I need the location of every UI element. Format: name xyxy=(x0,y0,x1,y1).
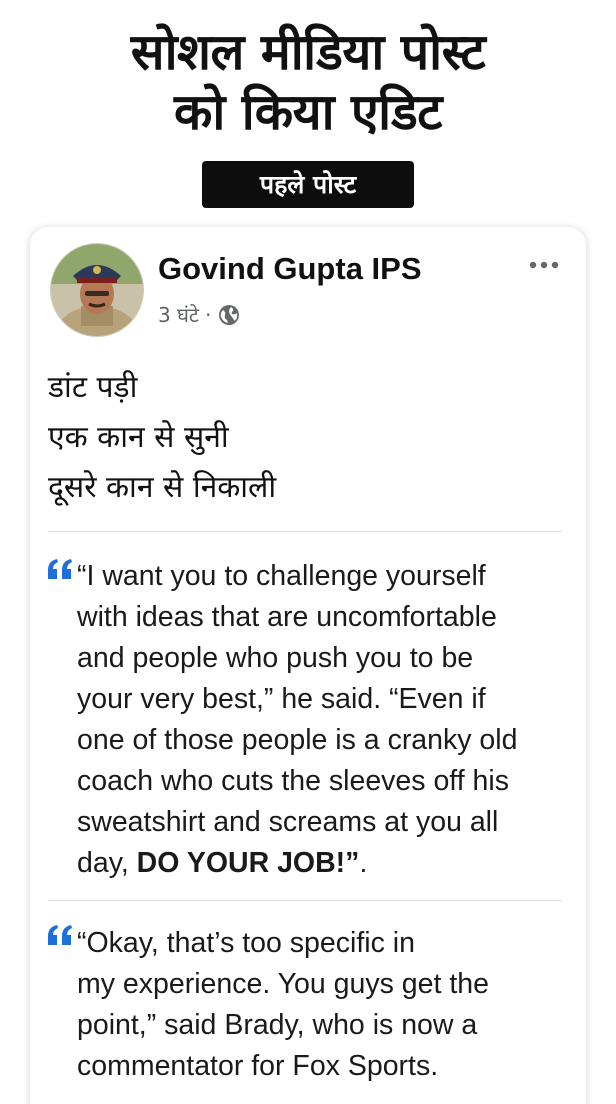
social-post-card: Govind Gupta IPS 3 घंटे · डांट पड़ी एक क… xyxy=(30,227,586,1104)
quote-line: with ideas that are uncomfortable xyxy=(77,601,497,633)
quote-mark-icon xyxy=(46,924,74,946)
quote-block-2: “Okay, that’s too specific in my experie… xyxy=(77,923,573,1087)
quote-line-last-suffix: . xyxy=(359,847,368,879)
quote-line: “Okay, that’s too specific in xyxy=(77,927,415,959)
globe-icon[interactable] xyxy=(217,303,241,327)
quote-line: one of those people is a cranky old xyxy=(77,724,518,756)
quote-line: sweatshirt and screams at you all xyxy=(77,806,499,838)
quote-line: point,” said Brady, who is now a xyxy=(77,1009,478,1041)
post-line: डांट पड़ी xyxy=(48,370,138,405)
headline: सोशल मीडिया पोस्ट को किया एडिट xyxy=(0,22,616,142)
quote-line-last-prefix: day, xyxy=(77,847,137,879)
headline-line-2: को किया एडिट xyxy=(173,83,443,141)
quote-line: “I want you to challenge yourself xyxy=(77,560,486,592)
before-post-badge: पहले पोस्ट xyxy=(202,161,414,208)
screenshot-page: सोशल मीडिया पोस्ट को किया एडिट पहले पोस्… xyxy=(0,0,616,1104)
quote-mark-icon xyxy=(46,558,74,580)
quote-line: commentator for Fox Sports. xyxy=(77,1050,439,1082)
meta-separator: · xyxy=(204,302,212,327)
post-time[interactable]: 3 घंटे xyxy=(158,301,199,328)
post-line: एक कान से सुनी xyxy=(48,420,229,455)
divider xyxy=(48,531,562,532)
author-name[interactable]: Govind Gupta IPS xyxy=(158,251,422,287)
headline-line-1: सोशल मीडिया पोस्ट xyxy=(130,23,486,81)
post-line: दूसरे कान से निकाली xyxy=(48,470,277,505)
quote-line: and people who push you to be xyxy=(77,642,474,674)
post-meta: 3 घंटे · xyxy=(158,301,241,328)
divider xyxy=(48,900,562,901)
quote-line: coach who cuts the sleeves off his xyxy=(77,765,509,797)
post-text: डांट पड़ी एक कान से सुनी दूसरे कान से नि… xyxy=(48,363,568,513)
quote-emphasis: DO YOUR JOB!” xyxy=(136,847,360,879)
quote-block-1: “I want you to challenge yourself with i… xyxy=(77,556,573,884)
more-options-icon[interactable] xyxy=(526,255,562,275)
quote-line-last: day, DO YOUR JOB!”. xyxy=(77,843,573,884)
avatar[interactable] xyxy=(50,243,144,337)
quote-line: my experience. You guys get the xyxy=(77,968,489,1000)
officer-avatar-image xyxy=(51,244,143,336)
quote-line: your very best,” he said. “Even if xyxy=(77,683,486,715)
